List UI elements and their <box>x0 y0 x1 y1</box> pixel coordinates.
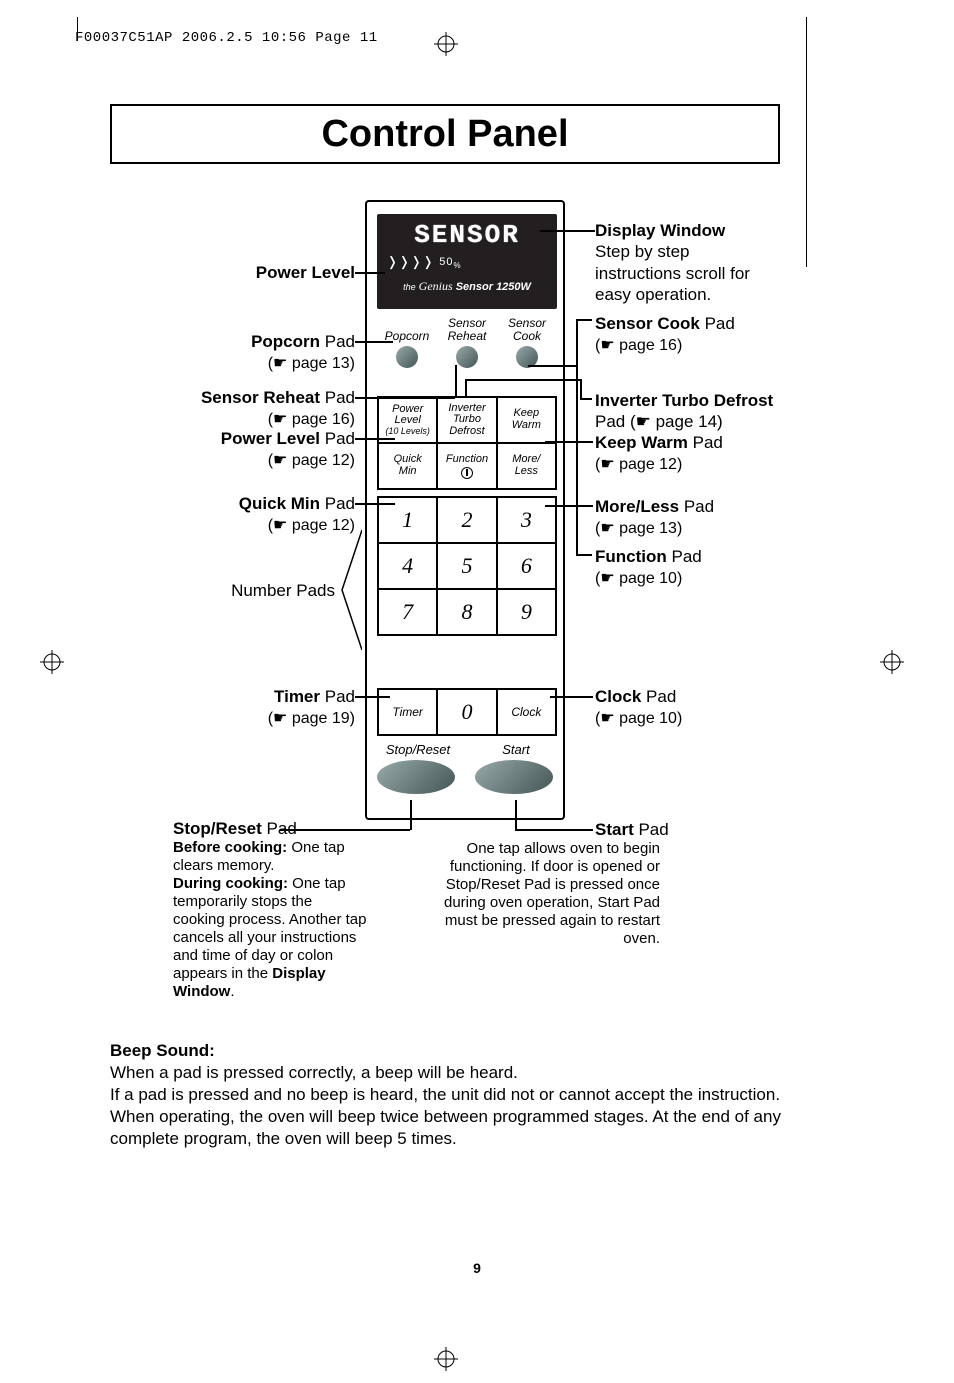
power-level-pad[interactable]: PowerLevel(10 Levels) <box>378 397 437 443</box>
registration-mark-icon <box>40 650 64 674</box>
leader-line <box>576 319 578 554</box>
brand-line: the Genius Sensor 1250W <box>377 279 557 294</box>
number-pad-2[interactable]: 2 <box>437 497 496 543</box>
leader-line <box>576 319 592 321</box>
leader-line <box>576 554 592 556</box>
label-display-window: Display WindowStep by step instructions … <box>595 220 780 305</box>
page-header: F00037C51AP 2006.2.5 10:56 Page 11 <box>75 30 378 46</box>
leader-line <box>355 341 393 343</box>
leader-line <box>545 505 593 507</box>
action-button-row: Stop/Reset Start <box>377 742 557 794</box>
leader-line <box>355 503 395 505</box>
label-clock: Clock Pad(☛ page 10) <box>595 686 780 729</box>
leader-line <box>540 230 595 232</box>
microwave-panel: SENSOR ❭❭❭❭ 50% the Genius Sensor 1250W … <box>365 200 565 820</box>
label-sensor-cook: Sensor Cook Pad(☛ page 16) <box>595 313 780 356</box>
label-number-pads: Number Pads <box>110 580 335 601</box>
leader-line <box>355 397 455 399</box>
leader-line <box>465 379 580 381</box>
label-keep-warm: Keep Warm Pad(☛ page 12) <box>595 432 780 475</box>
label-popcorn: Popcorn Pad(☛ page 13) <box>110 331 355 374</box>
clock-pad[interactable]: Clock <box>497 689 556 735</box>
label-timer: Timer Pad(☛ page 19) <box>110 686 355 729</box>
registration-mark-icon <box>434 32 458 56</box>
leader-line <box>465 379 467 397</box>
leader-line <box>580 398 592 400</box>
display-window: SENSOR ❭❭❭❭ 50% the Genius Sensor 1250W <box>377 214 557 309</box>
leader-line <box>528 365 576 367</box>
registration-mark-icon <box>434 1347 458 1371</box>
function-pad[interactable]: Function <box>437 443 496 489</box>
beep-sound-section: Beep Sound: When a pad is pressed correc… <box>110 1040 810 1150</box>
label-sensor-reheat: Sensor Reheat Pad(☛ page 16) <box>110 387 355 430</box>
number-pad-5[interactable]: 5 <box>437 543 496 589</box>
display-text: SENSOR <box>377 220 557 250</box>
timer-row: Timer 0 Clock <box>377 688 557 736</box>
power-level-indicator: ❭❭❭❭ 50% <box>377 254 557 271</box>
popcorn-pad[interactable]: Popcorn <box>381 330 433 368</box>
number-pad-8[interactable]: 8 <box>437 589 496 635</box>
label-power-level-pad: Power Level Pad(☛ page 12) <box>110 428 355 471</box>
registration-mark-icon <box>880 650 904 674</box>
function-pad-grid: PowerLevel(10 Levels) InverterTurboDefro… <box>377 396 557 490</box>
sensor-pad-row: Popcorn SensorReheat SensorCook <box>377 324 557 368</box>
leader-line <box>355 272 385 274</box>
leader-line <box>580 379 582 398</box>
stop-reset-annotation: Stop/Reset Pad Before cooking: One tap c… <box>173 819 368 1001</box>
number-pad-7[interactable]: 7 <box>378 589 437 635</box>
leader-line <box>410 800 412 830</box>
label-power-level: Power Level <box>110 262 355 283</box>
number-pad-0[interactable]: 0 <box>437 689 496 735</box>
start-pad[interactable]: Start <box>475 742 557 794</box>
number-pad-6[interactable]: 6 <box>497 543 556 589</box>
sensor-cook-pad[interactable]: SensorCook <box>501 317 553 368</box>
start-annotation: One tap allows oven to begin functioning… <box>430 819 660 948</box>
page-title-frame: Control Panel <box>110 104 780 164</box>
leader-line <box>545 441 593 443</box>
label-function: Function Pad(☛ page 10) <box>595 546 780 589</box>
label-more-less: More/Less Pad(☛ page 13) <box>595 496 780 539</box>
number-pad-4[interactable]: 4 <box>378 543 437 589</box>
quick-min-pad[interactable]: QuickMin <box>378 443 437 489</box>
control-panel-diagram: SENSOR ❭❭❭❭ 50% the Genius Sensor 1250W … <box>110 200 780 1040</box>
number-pad-9[interactable]: 9 <box>497 589 556 635</box>
sensor-reheat-pad[interactable]: SensorReheat <box>441 317 493 368</box>
number-pad-grid: 1 2 3 4 5 6 7 8 9 <box>377 496 557 636</box>
label-quick-min: Quick Min Pad(☛ page 12) <box>110 493 355 536</box>
keep-warm-pad[interactable]: KeepWarm <box>497 397 556 443</box>
leader-line <box>355 438 395 440</box>
leader-line <box>550 696 593 698</box>
bracket-icon <box>340 530 362 650</box>
beep-heading: Beep Sound: <box>110 1040 810 1062</box>
page-number: 9 <box>0 1260 954 1276</box>
function-icon <box>461 467 473 479</box>
crop-tick <box>77 17 82 41</box>
beep-text: When a pad is pressed correctly, a beep … <box>110 1062 810 1150</box>
leader-line <box>355 696 390 698</box>
leader-line <box>455 365 457 398</box>
more-less-pad[interactable]: More/Less <box>497 443 556 489</box>
label-inverter-turbo: Inverter Turbo DefrostPad (☛ page 14) <box>595 390 785 433</box>
crop-tick <box>806 17 807 267</box>
stop-reset-pad[interactable]: Stop/Reset <box>377 742 459 794</box>
number-pad-3[interactable]: 3 <box>497 497 556 543</box>
inverter-turbo-defrost-pad[interactable]: InverterTurboDefrost <box>437 397 496 443</box>
page-title: Control Panel <box>321 113 568 156</box>
